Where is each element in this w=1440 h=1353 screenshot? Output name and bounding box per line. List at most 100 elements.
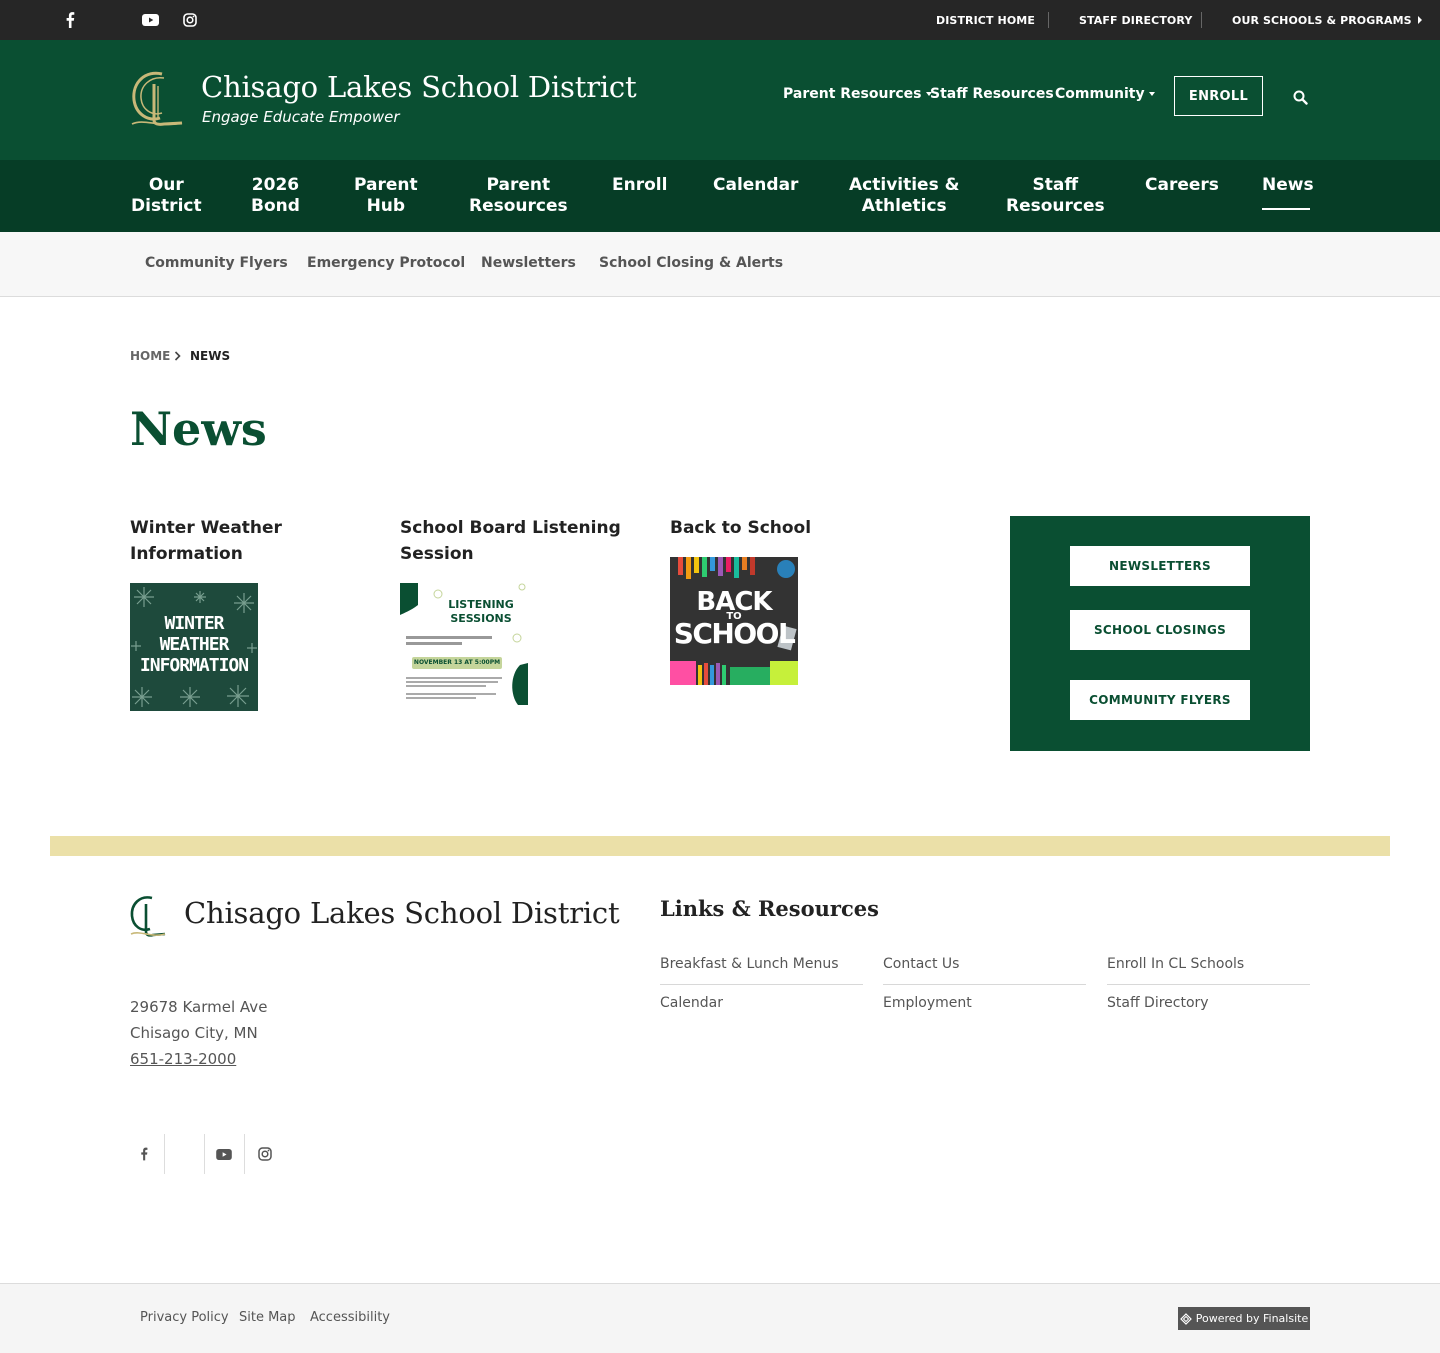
news-title-back-to-school[interactable]: Back to School	[670, 515, 811, 541]
divider	[1201, 12, 1202, 28]
nav-label-line: Resources	[1006, 196, 1105, 216]
thumbnail-text: WEATHER	[159, 634, 230, 655]
our-schools-programs-label: OUR SCHOOLS & PROGRAMS	[1232, 13, 1412, 27]
footer-link-contact-us[interactable]: Contact Us	[883, 956, 959, 972]
news-thumbnail-winter-weather[interactable]: WINTER WEATHER INFORMATION	[130, 583, 258, 711]
nav-label-line: Bond	[251, 196, 300, 216]
community-flyers-button[interactable]: COMMUNITY FLYERS	[1070, 680, 1250, 720]
footer-link-employment[interactable]: Employment	[883, 995, 972, 1011]
nav-label-line: District	[131, 196, 202, 216]
news-title-line: Information	[130, 544, 243, 564]
district-logo[interactable]	[128, 68, 184, 130]
nav-label-line: News	[1262, 175, 1314, 195]
nav-activities-athletics[interactable]: Activities & Athletics	[849, 175, 959, 217]
nav-label-line: Parent	[486, 175, 551, 195]
footer-link-enroll-cl-schools[interactable]: Enroll In CL Schools	[1107, 956, 1244, 972]
school-closings-button[interactable]: SCHOOL CLOSINGS	[1070, 610, 1250, 650]
newsletters-button[interactable]: NEWSLETTERS	[1070, 546, 1250, 586]
address-line: 29678 Karmel Ave	[130, 998, 268, 1016]
youtube-icon[interactable]	[130, 0, 170, 40]
divider	[660, 984, 863, 985]
quick-links-panel: NEWSLETTERS SCHOOL CLOSINGS COMMUNITY FL…	[1010, 516, 1310, 751]
thumbnail-text: LISTENING	[448, 598, 514, 611]
nav-label-line: Resources	[469, 196, 568, 216]
page-title: News	[130, 402, 267, 456]
facebook-icon[interactable]	[124, 1134, 164, 1174]
instagram-icon[interactable]	[245, 1134, 285, 1174]
divider	[883, 984, 1086, 985]
phone-link[interactable]: 651-213-2000	[130, 1050, 236, 1068]
news-title-line: Back to School	[670, 518, 812, 538]
our-schools-programs-link[interactable]: OUR SCHOOLS & PROGRAMS	[1232, 0, 1423, 40]
divider	[1107, 984, 1310, 985]
news-title-line: Session	[400, 544, 474, 564]
bottom-bar: Privacy Policy Site Map Accessibility Po…	[0, 1283, 1440, 1353]
footer-link-staff-directory[interactable]: Staff Directory	[1107, 995, 1209, 1011]
footer-logo[interactable]	[128, 894, 166, 938]
nav-label-line: Careers	[1145, 175, 1219, 195]
enroll-button[interactable]: ENROLL	[1174, 76, 1263, 116]
footer-link-calendar[interactable]: Calendar	[660, 995, 723, 1011]
district-home-link[interactable]: DISTRICT HOME	[936, 0, 1035, 40]
news-thumbnail-listening-session[interactable]: LISTENING SESSIONS NOVEMBER 13 AT 5:00PM	[400, 583, 528, 711]
main-navigation: Our District 2026 Bond Parent Hub Parent…	[0, 160, 1440, 232]
nav-label-line: Parent	[354, 175, 418, 195]
nav-careers[interactable]: Careers	[1145, 175, 1219, 196]
youtube-icon[interactable]	[204, 1134, 244, 1174]
utility-bar: DISTRICT HOME STAFF DIRECTORY OUR SCHOOL…	[0, 0, 1440, 40]
nav-label-line: Activities &	[849, 175, 960, 195]
footer-accent-band	[50, 836, 1390, 856]
nav-parent-hub[interactable]: Parent Hub	[354, 175, 418, 217]
accessibility-link[interactable]: Accessibility	[310, 1310, 390, 1325]
site-map-link[interactable]: Site Map	[239, 1310, 296, 1325]
instagram-icon[interactable]	[170, 0, 210, 40]
thumbnail-text: NOVEMBER 13 AT 5:00PM	[413, 659, 501, 666]
header-nav-staff-resources[interactable]: Staff Resources	[930, 86, 1054, 102]
breadcrumb-home[interactable]: HOME	[130, 349, 170, 363]
privacy-policy-link[interactable]: Privacy Policy	[140, 1310, 229, 1325]
subnav-emergency-protocol[interactable]: Emergency Protocol	[307, 255, 465, 271]
links-resources-heading: Links & Resources	[660, 896, 879, 921]
nav-label-line: 2026	[251, 175, 300, 195]
news-title-line: Winter Weather	[130, 518, 282, 538]
powered-by-badge[interactable]: Powered by Finalsite	[1178, 1307, 1310, 1330]
site-name[interactable]: Chisago Lakes School District	[201, 70, 637, 104]
news-thumbnail-back-to-school[interactable]: BACK TO SCHOOL	[670, 557, 798, 685]
header-nav-label: Staff Resources	[930, 86, 1054, 102]
chevron-right-icon	[174, 351, 181, 361]
divider	[164, 1134, 165, 1174]
caret-right-icon	[1417, 16, 1422, 24]
news-title-line: School Board Listening	[400, 518, 621, 538]
divider	[1048, 12, 1049, 28]
nav-staff-resources[interactable]: Staff Resources	[1006, 175, 1105, 217]
facebook-icon[interactable]	[50, 0, 90, 40]
thumbnail-text: SESSIONS	[450, 612, 512, 625]
header-nav-community[interactable]: Community	[1055, 86, 1155, 102]
nav-our-district[interactable]: Our District	[131, 175, 202, 217]
footer-link-breakfast-lunch-menus[interactable]: Breakfast & Lunch Menus	[660, 956, 839, 972]
nav-label-line: Hub	[366, 196, 406, 216]
nav-calendar[interactable]: Calendar	[713, 175, 798, 196]
news-title-listening-session[interactable]: School Board Listening Session	[400, 515, 621, 567]
nav-2026-bond[interactable]: 2026 Bond	[251, 175, 300, 217]
nav-news[interactable]: News	[1262, 175, 1314, 196]
news-title-winter-weather[interactable]: Winter Weather Information	[130, 515, 282, 567]
thumbnail-text: WINTER	[164, 613, 224, 634]
active-nav-indicator	[1262, 208, 1310, 210]
subnav-community-flyers[interactable]: Community Flyers	[145, 255, 288, 271]
header-nav-label: Community	[1055, 86, 1145, 102]
header-nav-label: Parent Resources	[783, 86, 922, 102]
search-icon[interactable]	[1288, 85, 1312, 109]
subnav-newsletters[interactable]: Newsletters	[481, 255, 576, 271]
nav-label-line: Our	[148, 175, 184, 195]
staff-directory-link[interactable]: STAFF DIRECTORY	[1079, 0, 1192, 40]
powered-by-label: Powered by Finalsite	[1195, 1312, 1309, 1325]
nav-parent-resources[interactable]: Parent Resources	[469, 175, 568, 217]
nav-label-line: Enroll	[612, 175, 668, 195]
caret-down-icon	[1148, 92, 1155, 96]
header-nav-parent-resources[interactable]: Parent Resources	[783, 86, 932, 102]
nav-enroll[interactable]: Enroll	[612, 175, 667, 196]
thumbnail-text: SCHOOL	[673, 617, 796, 650]
footer-site-name: Chisago Lakes School District	[184, 896, 620, 930]
subnav-school-closing-alerts[interactable]: School Closing & Alerts	[599, 255, 783, 271]
